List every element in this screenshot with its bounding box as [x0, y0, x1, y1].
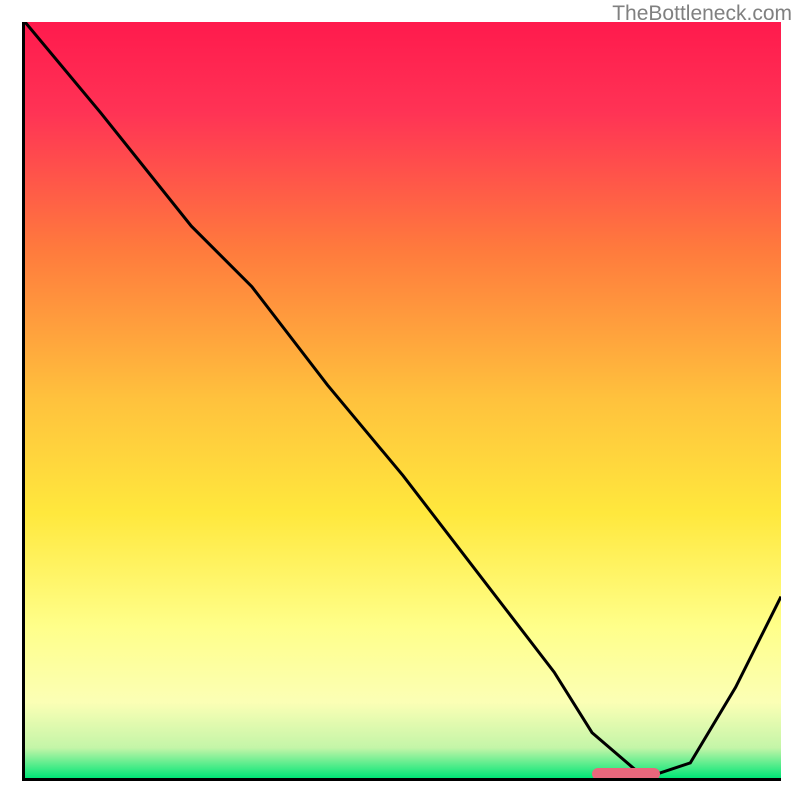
watermark-text: TheBottleneck.com — [612, 2, 792, 26]
minimum-marker — [592, 768, 660, 780]
bottleneck-curve — [25, 22, 781, 778]
plot-area — [22, 22, 781, 781]
